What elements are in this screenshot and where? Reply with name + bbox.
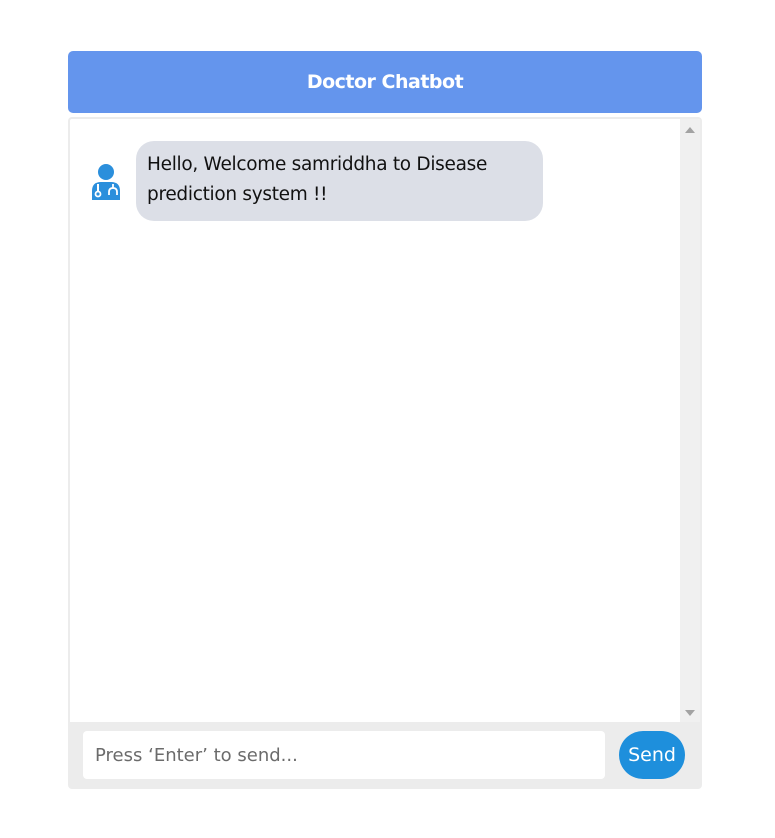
scroll-down-arrow-icon[interactable] [685, 710, 695, 716]
chat-header: Doctor Chatbot [68, 51, 702, 113]
message-input[interactable] [83, 731, 605, 779]
scroll-up-arrow-icon[interactable] [685, 127, 695, 133]
message-row: Hello, Welcome samriddha to Disease pred… [88, 141, 543, 221]
chat-composer: Send [68, 722, 702, 789]
send-button[interactable]: Send [619, 731, 685, 779]
bot-message-bubble: Hello, Welcome samriddha to Disease pred… [136, 141, 543, 221]
vertical-scrollbar[interactable] [680, 119, 700, 724]
doctor-icon [88, 161, 124, 201]
chat-messages-area[interactable]: Hello, Welcome samriddha to Disease pred… [68, 117, 702, 724]
chat-title: Doctor Chatbot [306, 71, 464, 93]
chat-window: Doctor Chatbot Hello, Welcome samriddha … [68, 51, 702, 789]
